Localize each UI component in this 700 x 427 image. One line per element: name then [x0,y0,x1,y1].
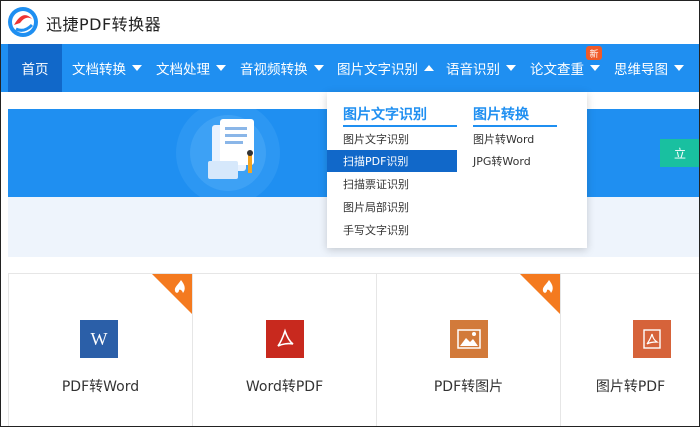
dd-item-partial-ocr[interactable]: 图片局部识别 [327,196,457,218]
nav-speech-label: 语音识别 [446,62,500,78]
dd-item-handwriting-ocr[interactable]: 手写文字识别 [327,219,457,241]
dd-item-jpg-to-word[interactable]: JPG转Word [473,150,573,172]
dd-item-scan-pdf-ocr[interactable]: 扫描PDF识别 [327,150,457,172]
chevron-down-icon [674,65,684,71]
dd-item-image-ocr[interactable]: 图片文字识别 [327,128,457,150]
chevron-down-icon [506,65,516,71]
chevron-down-icon [590,65,600,71]
image-doc-icon [450,320,488,358]
new-badge: 新 [586,46,602,60]
pdf-doc-icon [633,320,671,358]
tool-cards: W PDF转Word Word转PDF PDF转图片 图片转PDF [8,273,700,427]
nav-home[interactable]: 首页 [8,44,62,92]
dropdown-col1-title: 图片文字识别 [343,107,427,123]
header: 迅捷PDF转换器 [0,0,700,44]
nav-doc-process[interactable]: 文档处理 [156,44,226,92]
card-label: Word转PDF [245,379,324,395]
app-title: 迅捷PDF转换器 [46,15,162,34]
nav-mindmap-label: 思维导图 [614,62,668,78]
dropdown-col2-title: 图片转换 [473,107,529,123]
col2-underline [473,125,557,127]
card-label: PDF转Word [61,379,140,395]
col1-underline [343,125,457,127]
card-word-to-pdf[interactable]: Word转PDF [192,273,376,427]
banner-cta-button[interactable]: 立 [660,139,700,167]
nav-av-convert-label: 音视频转换 [240,62,308,78]
dd-item-image-to-word[interactable]: 图片转Word [473,128,573,150]
hot-flame-icon [152,274,192,314]
nav-doc-process-label: 文档处理 [156,62,210,78]
chevron-down-icon [132,65,142,71]
nav-mindmap[interactable]: 思维导图 [614,44,684,92]
main-nav: 首页 文档转换 文档处理 音视频转换 图片文字识别 语音识别 论文查重 新 思维… [0,44,700,92]
app-logo-icon [8,7,38,37]
nav-av-convert[interactable]: 音视频转换 [240,44,324,92]
nav-ocr[interactable]: 图片文字识别 [337,44,434,92]
word-doc-icon: W [80,320,118,358]
dd-item-scan-ticket-ocr[interactable]: 扫描票证识别 [327,173,457,195]
nav-home-label: 首页 [21,62,49,78]
card-pdf-to-word[interactable]: W PDF转Word [8,273,192,427]
card-pdf-to-image[interactable]: PDF转图片 [376,273,560,427]
chevron-down-icon [216,65,226,71]
pdf-doc-icon [266,320,304,358]
card-label: PDF转图片 [433,379,504,395]
chevron-up-icon [424,65,434,71]
hot-flame-icon [520,274,560,314]
nav-plagiarism-label: 论文查重 [530,62,584,78]
nav-speech[interactable]: 语音识别 [446,44,516,92]
banner-illustration-icon [176,109,280,197]
nav-doc-convert-label: 文档转换 [72,62,126,78]
chevron-down-icon [313,65,324,71]
card-label: 图片转PDF [595,379,666,395]
nav-ocr-label: 图片文字识别 [337,62,418,78]
ocr-dropdown-menu: 图片文字识别 图片文字识别 扫描PDF识别 扫描票证识别 图片局部识别 手写文字… [327,92,587,248]
card-image-to-pdf[interactable]: 图片转PDF [560,273,700,427]
nav-doc-convert[interactable]: 文档转换 [72,44,142,92]
